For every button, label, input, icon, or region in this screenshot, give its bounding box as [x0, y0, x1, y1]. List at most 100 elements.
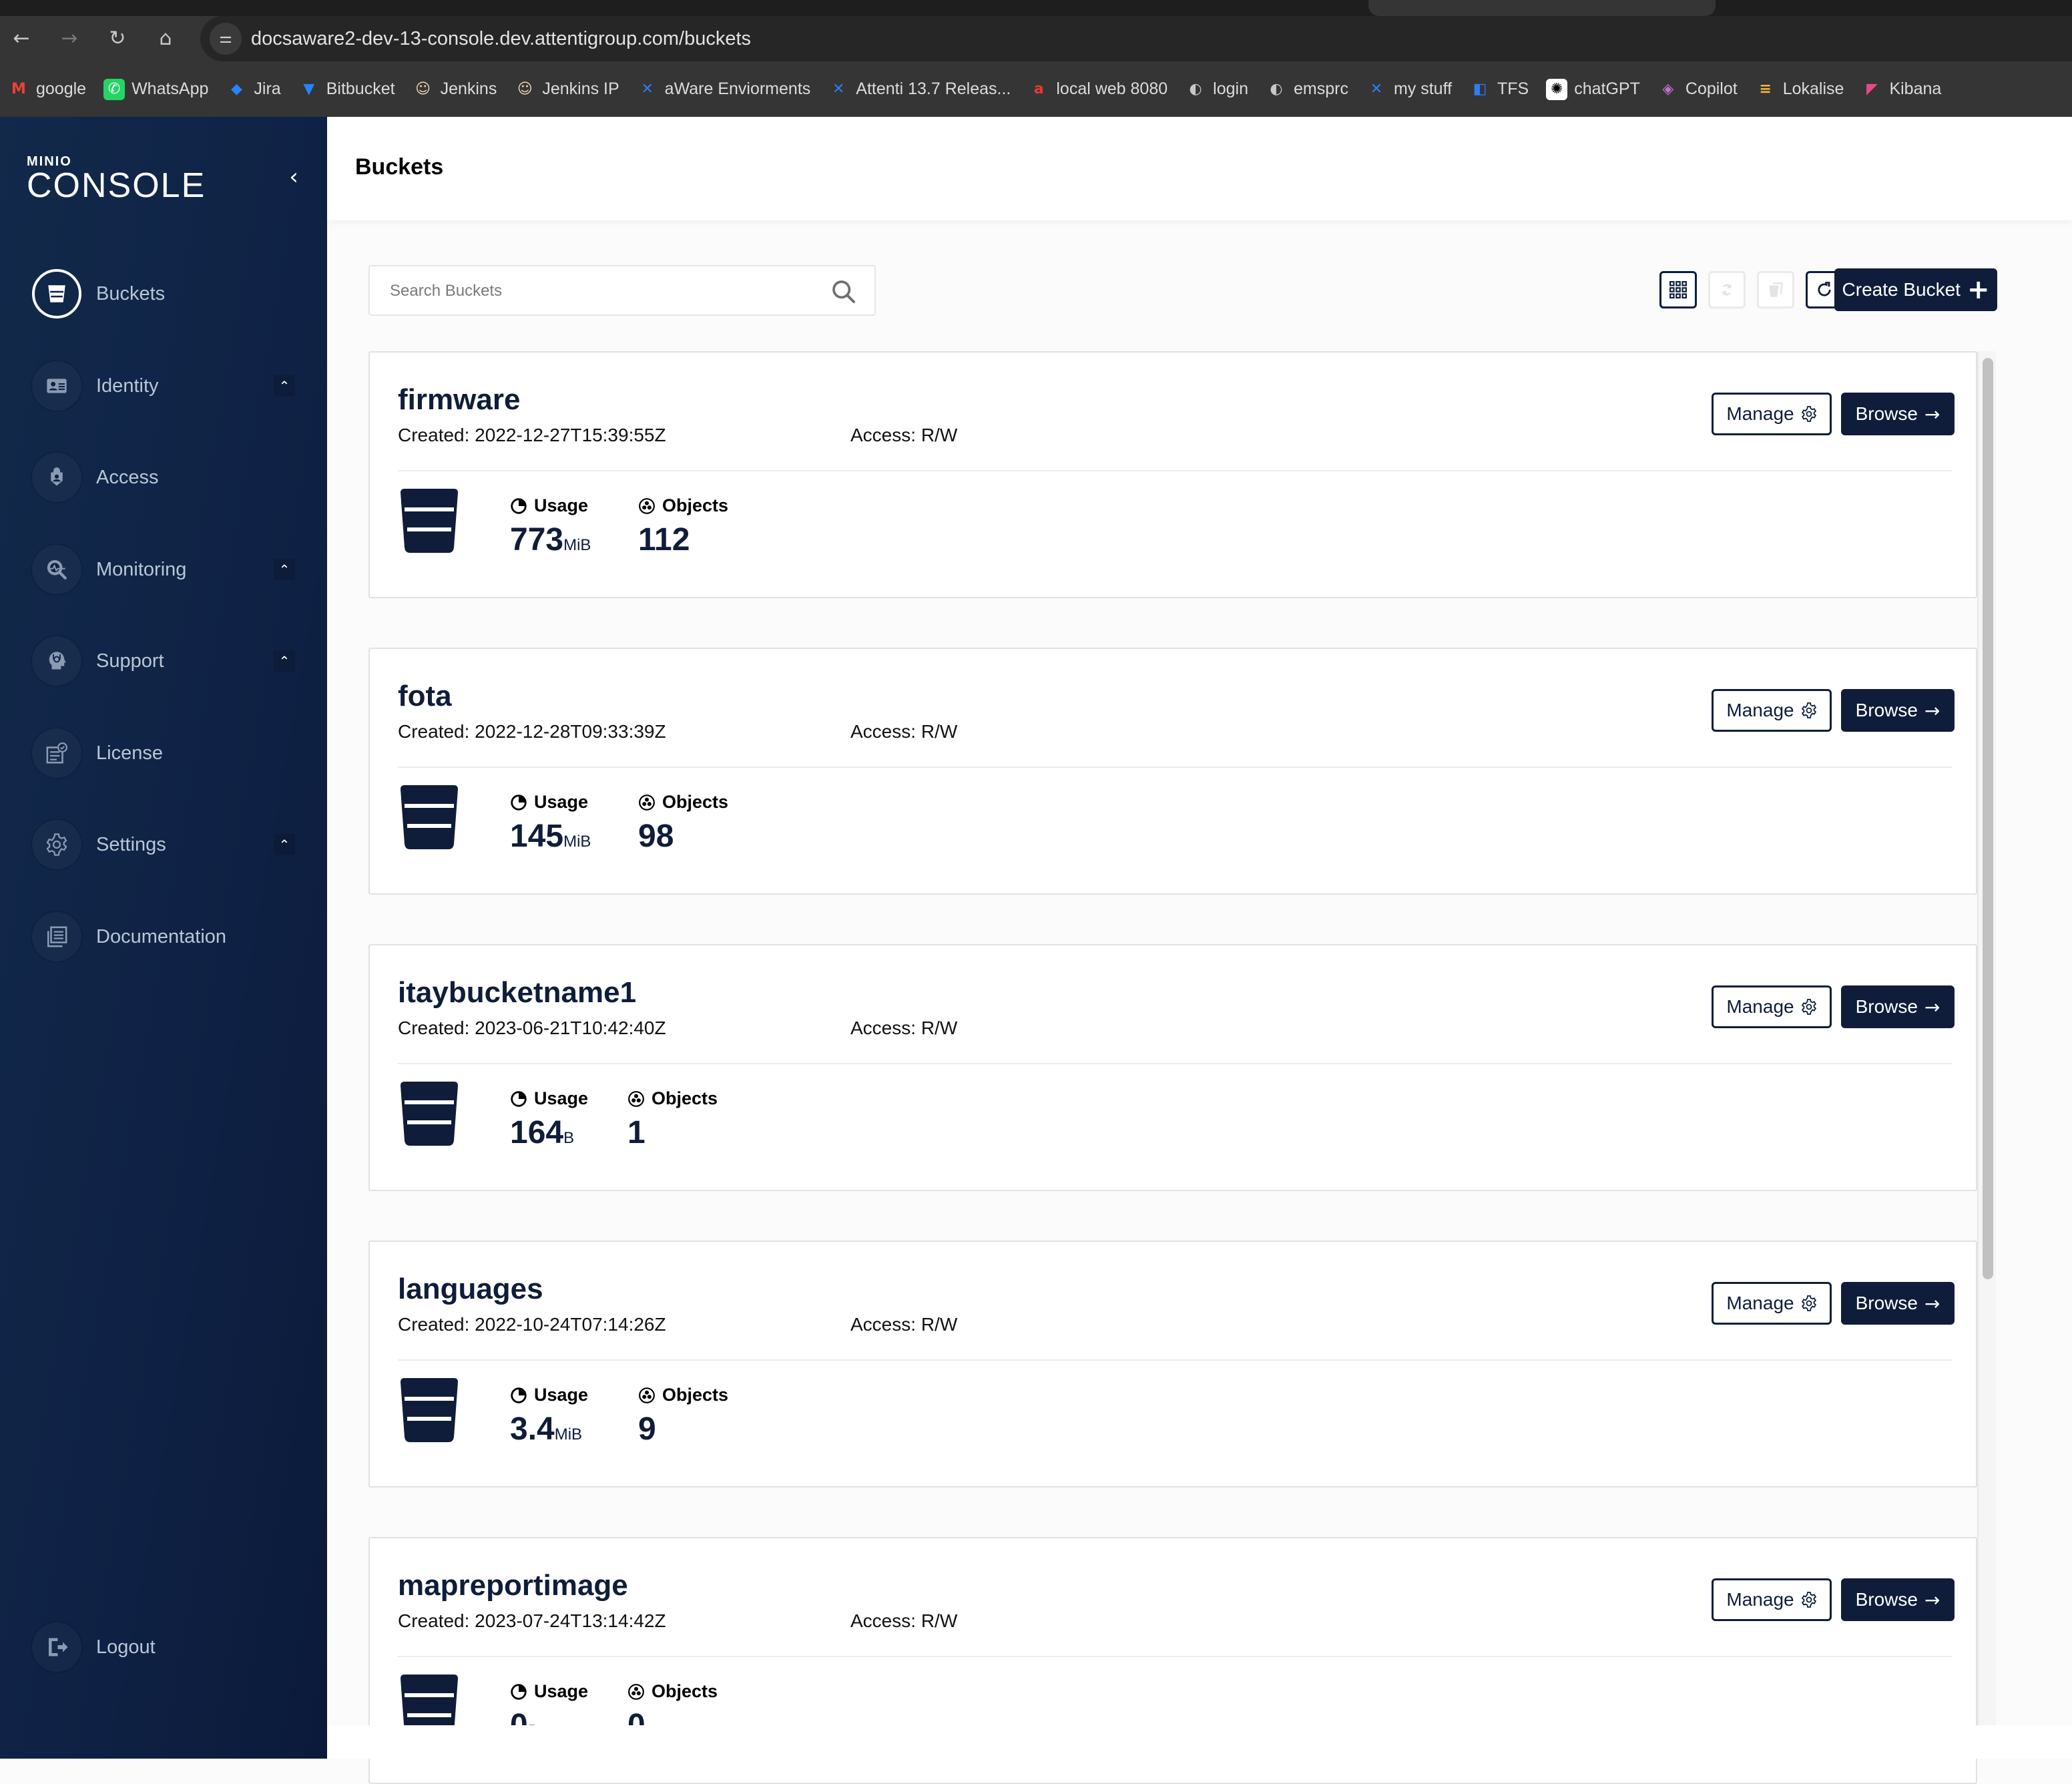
chevron-up-icon[interactable]: ⌃ — [274, 558, 295, 580]
shield-user-icon — [32, 453, 81, 502]
sidebar-item-logout[interactable]: Logout — [0, 1614, 327, 1681]
sidebar-item-monitoring[interactable]: Monitoring ⌃ — [0, 536, 327, 603]
arrow-right-icon: → — [1924, 403, 1940, 425]
bucket-name[interactable]: mapreportimage — [398, 1569, 628, 1602]
sidebar-item-license[interactable]: License — [0, 720, 327, 787]
chevron-up-icon[interactable]: ⌃ — [274, 834, 295, 855]
bucket-name[interactable]: fota — [398, 680, 452, 713]
set-lifecycle-button[interactable] — [1708, 271, 1746, 308]
bookmark-jenkins[interactable]: ☺ Jenkins — [413, 79, 497, 100]
azure-devops-icon: ◧ — [1473, 81, 1487, 97]
bookmark-bitbucket[interactable]: ▼ Bitbucket — [298, 79, 395, 100]
browse-button[interactable]: Browse → — [1841, 1282, 1955, 1325]
objects-icon — [628, 1090, 644, 1107]
browse-button[interactable]: Browse → — [1841, 689, 1955, 732]
bookmark-login[interactable]: ◐ login — [1185, 79, 1248, 100]
manage-button[interactable]: Manage — [1712, 1578, 1832, 1621]
bookmark-my-stuff[interactable]: ✕ my stuff — [1366, 79, 1452, 100]
card-divider — [398, 1359, 1952, 1361]
list-view-toggle-button[interactable] — [1659, 271, 1697, 308]
browse-label: Browse — [1855, 996, 1918, 1017]
chevron-up-icon[interactable]: ⌃ — [274, 650, 295, 672]
bucket-name[interactable]: languages — [398, 1273, 543, 1306]
bookmark-aware-enviorments[interactable]: ✕ aWare Enviorments — [637, 79, 810, 100]
create-bucket-button[interactable]: Create Bucket + — [1834, 268, 1997, 311]
sidebar-item-documentation[interactable]: Documentation — [0, 903, 327, 970]
bookmark-lokalise[interactable]: ≡ Lokalise — [1755, 79, 1844, 100]
bookmark-whatsapp[interactable]: ✆ WhatsApp — [103, 78, 208, 100]
bucket-access: Access: R/W — [850, 721, 957, 742]
home-icon[interactable]: ⌂ — [152, 25, 179, 52]
bookmark-label: google — [36, 79, 87, 98]
bookmark-tfs[interactable]: ◧ TFS — [1469, 79, 1529, 100]
bookmark-chatgpt[interactable]: ✺ chatGPT — [1546, 78, 1640, 100]
browse-button[interactable]: Browse → — [1841, 393, 1955, 435]
back-icon[interactable]: ← — [8, 25, 35, 52]
bookmark-local-web-8080[interactable]: a local web 8080 — [1028, 79, 1168, 100]
bookmark-copilot[interactable]: ◈ Copilot — [1657, 79, 1738, 100]
access-label: Access: — [850, 1018, 921, 1038]
usage-pie-icon — [511, 794, 527, 811]
sidebar-item-support[interactable]: Support ⌃ — [0, 628, 327, 694]
card-divider — [398, 1063, 1952, 1064]
search-buckets[interactable] — [368, 265, 876, 316]
sidebar-item-access[interactable]: Access — [0, 444, 327, 511]
bucket-name[interactable]: itaybucketname1 — [398, 976, 636, 1010]
set-replication-button[interactable] — [1757, 271, 1794, 308]
chevron-up-icon[interactable]: ⌃ — [274, 375, 295, 397]
usage-label: Usage — [534, 792, 589, 812]
bookmark-label: Copilot — [1685, 79, 1738, 98]
manage-label: Manage — [1726, 403, 1794, 424]
gear-icon — [1801, 999, 1816, 1015]
address-bar[interactable]: ⚌ docsaware2-dev-13-console.dev.attentig… — [200, 16, 2072, 61]
documentation-icon — [32, 912, 81, 961]
bookmark-emsprc[interactable]: ◐ emsprc — [1266, 79, 1348, 100]
manage-button[interactable]: Manage — [1712, 393, 1832, 435]
browse-button[interactable]: Browse → — [1841, 1578, 1955, 1621]
browse-label: Browse — [1855, 700, 1918, 720]
forward-icon[interactable]: → — [56, 25, 83, 52]
bookmark-jenkins-ip[interactable]: ☺ Jenkins IP — [514, 79, 619, 100]
manage-button[interactable]: Manage — [1712, 985, 1832, 1028]
scrollbar-thumb[interactable] — [1983, 358, 1993, 1279]
chevron-left-icon[interactable]: ‹ — [280, 164, 307, 190]
created-value: 2023-07-24T13:14:42Z — [475, 1610, 666, 1631]
browse-button[interactable]: Browse → — [1841, 985, 1955, 1028]
globe-icon: ◐ — [1189, 81, 1202, 97]
sidebar-item-buckets[interactable]: Buckets — [0, 260, 327, 327]
sidebar-item-label: Settings — [96, 834, 166, 855]
sidebar-item-label: License — [96, 742, 163, 764]
minio-console-logo[interactable]: MINIO CONSOLE — [27, 155, 206, 203]
search-input[interactable] — [390, 278, 804, 304]
bookmark-attenti-13-7-releas[interactable]: ✕ Attenti 13.7 Releas... — [828, 79, 1011, 100]
bucket-card[interactable]: fota Created: 2022-12-28T09:33:39Z Access:… — [368, 648, 1977, 895]
usage-value: 164 — [510, 1115, 564, 1150]
create-bucket-label: Create Bucket — [1842, 279, 1961, 300]
sidebar-item-settings[interactable]: Settings ⌃ — [0, 811, 327, 878]
logo-console-text: CONSOLE — [27, 166, 206, 205]
objects-value: 112 — [638, 522, 690, 558]
search-icon[interactable] — [830, 278, 857, 305]
bucket-card[interactable]: languages Created: 2022-10-24T07:14:26Z Ac… — [368, 1241, 1977, 1488]
bucket-name[interactable]: firmware — [398, 383, 520, 417]
reload-icon[interactable]: ↻ — [104, 25, 131, 52]
bucket-card[interactable]: firmware Created: 2022-12-27T15:39:55Z Acc… — [368, 351, 1977, 598]
card-divider — [398, 470, 1952, 471]
sidebar-item-label: Documentation — [96, 925, 227, 947]
browser-tab[interactable] — [1368, 0, 1716, 16]
objects-label: Objects — [662, 1385, 729, 1405]
bookmark-jira[interactable]: ◆ Jira — [226, 79, 281, 100]
sidebar-item-identity[interactable]: Identity ⌃ — [0, 353, 327, 419]
bucket-card[interactable]: itaybucketname1 Created: 2023-06-21T10:42… — [368, 944, 1977, 1191]
site-settings-icon[interactable]: ⚌ — [210, 23, 242, 55]
url-text[interactable]: docsaware2-dev-13-console.dev.attentigro… — [251, 25, 751, 52]
manage-button[interactable]: Manage — [1712, 689, 1832, 732]
multi-bucket-icon — [1769, 282, 1783, 297]
bookmark-kibana[interactable]: ◤ Kibana — [1861, 79, 1941, 100]
manage-button[interactable]: Manage — [1712, 1282, 1832, 1325]
created-value: 2022-12-27T15:39:55Z — [475, 425, 666, 445]
gmail-icon: M — [11, 81, 26, 97]
bookmark-google[interactable]: Mgoogle — [8, 79, 86, 100]
usage-unit: MiB — [554, 1425, 583, 1443]
grid-icon — [1669, 281, 1687, 298]
